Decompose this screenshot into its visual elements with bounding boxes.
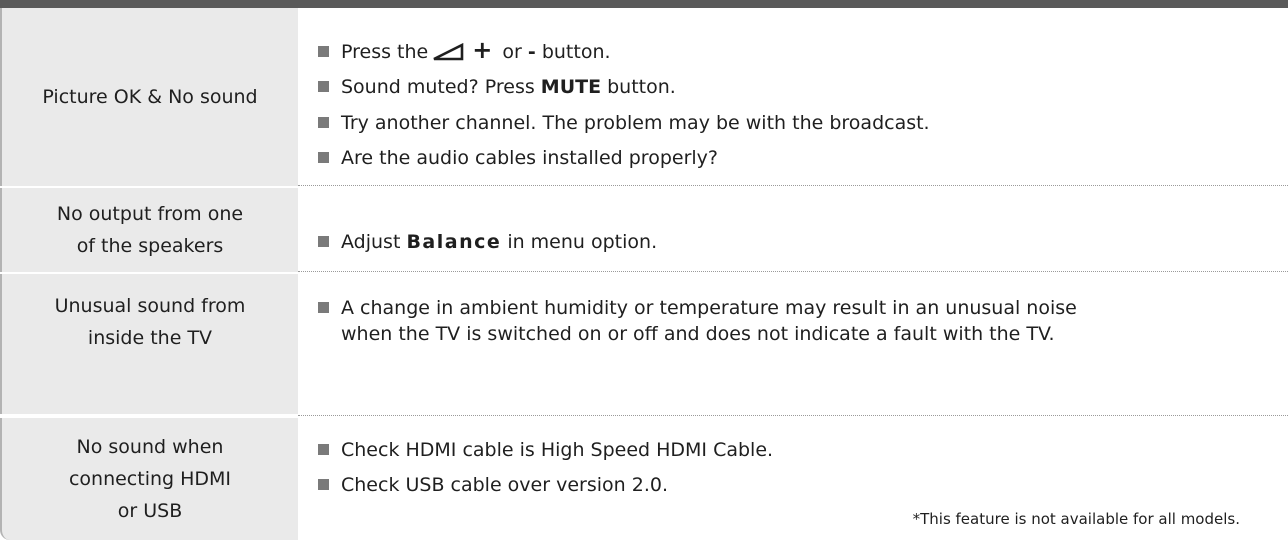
volume-icon <box>432 42 464 68</box>
minus-text: - <box>527 41 536 63</box>
square-bullet-icon <box>318 152 329 163</box>
item-text: Adjust <box>341 231 401 253</box>
symptom-label: Picture OK & No sound <box>0 8 298 186</box>
square-bullet-icon <box>318 117 329 128</box>
table-row: No sound when connecting HDMI or USB Check… <box>0 416 1288 540</box>
symptom-line: No output from one <box>56 203 244 225</box>
table-row: No output from one of the speakers Adjust… <box>0 186 1288 272</box>
solution-cell: Adjust Balance in menu option. <box>298 186 1288 272</box>
item-text: Are the audio cables installed properly? <box>341 147 718 169</box>
item-text: when the TV is switched on or off and do… <box>341 323 1055 345</box>
item-text: Check USB cable over version 2.0. <box>341 474 668 496</box>
symptom-line: inside the TV <box>87 327 213 349</box>
item-text: A change in ambient humidity or temperat… <box>341 297 1077 319</box>
table-row: Picture OK & No sound Press the + or - bu… <box>0 8 1288 186</box>
item-text: Try another channel. The problem may be … <box>341 112 930 134</box>
symptom-label: No output from one of the speakers <box>0 188 298 272</box>
table-row: Unusual sound from inside the TV A change… <box>0 272 1288 416</box>
square-bullet-icon <box>318 236 329 247</box>
solution-cell: Check HDMI cable is High Speed HDMI Cabl… <box>298 416 1288 540</box>
item-text: in menu option. <box>507 231 658 253</box>
symptom-label: Unusual sound from inside the TV <box>0 274 298 414</box>
list-item: A change in ambient humidity or temperat… <box>318 295 1077 347</box>
item-text: Sound muted? Press <box>341 76 535 98</box>
symptom-text: No sound when connecting HDMI or USB <box>69 431 231 527</box>
list-item: Adjust Balance in menu option. <box>318 229 657 255</box>
symptom-line: of the speakers <box>76 235 224 257</box>
list-item: Are the audio cables installed properly? <box>318 145 718 171</box>
square-bullet-icon <box>318 479 329 490</box>
symptom-text: Picture OK & No sound <box>42 86 258 108</box>
solution-cell: Press the + or - button. Sound muted? Pre… <box>298 8 1288 186</box>
plus-icon: + <box>472 36 493 64</box>
mute-label: MUTE <box>540 76 602 98</box>
square-bullet-icon <box>318 81 329 92</box>
square-bullet-icon <box>318 46 329 57</box>
list-item: Press the + or - button. <box>318 37 611 68</box>
square-bullet-icon <box>318 444 329 455</box>
item-text: or <box>502 41 522 63</box>
symptom-text: Unusual sound from inside the TV <box>55 290 246 354</box>
item-text: Check HDMI cable is High Speed HDMI Cabl… <box>341 439 774 461</box>
troubleshooting-table: Picture OK & No sound Press the + or - bu… <box>0 8 1288 540</box>
balance-label: Balance <box>406 231 502 253</box>
footnote: *This feature is not available for all m… <box>912 510 1240 528</box>
header-bar <box>0 0 1288 8</box>
item-text: button. <box>607 76 676 98</box>
list-item: Try another channel. The problem may be … <box>318 110 930 136</box>
solution-cell: A change in ambient humidity or temperat… <box>298 272 1288 416</box>
symptom-text: No output from one of the speakers <box>57 198 243 262</box>
square-bullet-icon <box>318 302 329 313</box>
list-item: Check USB cable over version 2.0. <box>318 472 668 498</box>
list-item: Sound muted? Press MUTE button. <box>318 74 676 100</box>
symptom-line: or USB <box>117 500 183 522</box>
item-text: Press the <box>341 41 429 63</box>
symptom-line: connecting HDMI <box>68 468 232 490</box>
symptom-line: No sound when <box>76 436 224 458</box>
list-item: Check HDMI cable is High Speed HDMI Cabl… <box>318 437 773 463</box>
symptom-line: Unusual sound from <box>54 295 246 317</box>
item-text: button. <box>541 41 611 63</box>
symptom-label: No sound when connecting HDMI or USB <box>0 418 298 540</box>
